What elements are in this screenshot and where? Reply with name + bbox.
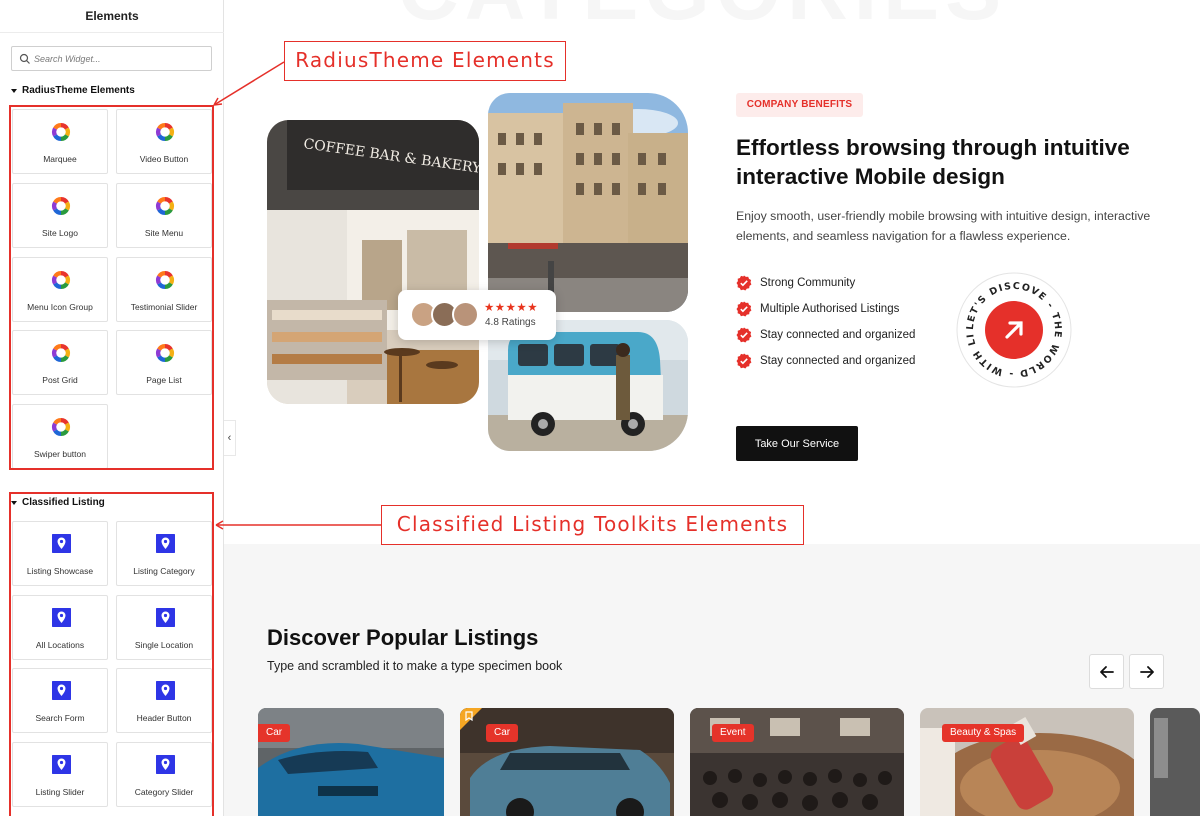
callout-radiustheme-elements: RadiusTheme Elements — [284, 41, 566, 81]
callout-arrow — [213, 61, 285, 106]
page: CATEGORIES COFFEE BAR & BAKERY — [0, 0, 1200, 816]
annotation-arrows — [213, 61, 381, 530]
callout-classified-elements: Classified Listing Toolkits Elements — [381, 505, 804, 545]
